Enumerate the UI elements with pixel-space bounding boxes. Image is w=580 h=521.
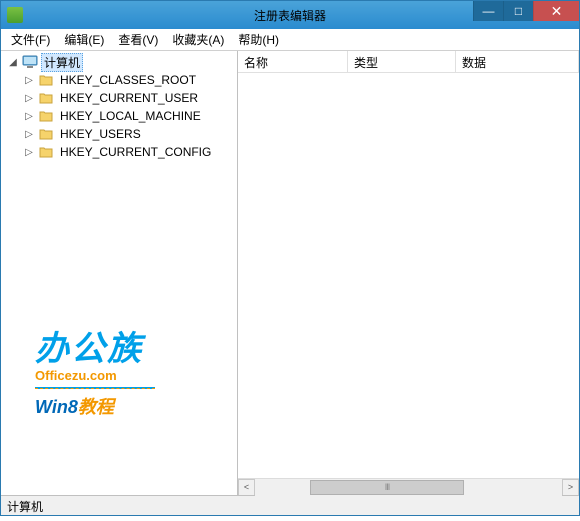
- statusbar: 计算机: [1, 495, 579, 515]
- list-header: 名称 类型 数据: [238, 51, 579, 73]
- app-icon: [7, 7, 23, 23]
- column-header-type[interactable]: 类型: [348, 51, 456, 72]
- tree-node-hkcr[interactable]: ▷ HKEY_CLASSES_ROOT: [23, 71, 237, 89]
- menu-view[interactable]: 查看(V): [112, 29, 164, 50]
- watermark-line3b: 教程: [78, 397, 114, 417]
- expander-icon[interactable]: ▷: [23, 129, 35, 140]
- horizontal-scrollbar[interactable]: < III >: [238, 478, 579, 495]
- expander-icon[interactable]: ▷: [23, 111, 35, 122]
- window-title: 注册表编辑器: [254, 7, 326, 24]
- menu-file[interactable]: 文件(F): [5, 29, 56, 50]
- tree-pane[interactable]: ◢ 计算机 ▷ HKEY_CLASSES_ROOT ▷ HK: [1, 51, 238, 495]
- column-header-name[interactable]: 名称: [238, 51, 348, 72]
- tree-label-computer[interactable]: 计算机: [41, 53, 83, 72]
- titlebar[interactable]: 注册表编辑器 — □ ✕: [1, 1, 579, 29]
- computer-icon: [22, 55, 38, 69]
- client-area: ◢ 计算机 ▷ HKEY_CLASSES_ROOT ▷ HK: [1, 51, 579, 495]
- scroll-track[interactable]: III: [255, 479, 562, 496]
- menu-help[interactable]: 帮助(H): [232, 29, 285, 50]
- tree-node-computer[interactable]: ◢ 计算机: [7, 53, 237, 71]
- watermark-line1: 办公族: [35, 321, 143, 370]
- registry-editor-window: 注册表编辑器 — □ ✕ 文件(F) 编辑(E) 查看(V) 收藏夹(A) 帮助…: [0, 0, 580, 516]
- menu-favorites[interactable]: 收藏夹(A): [166, 29, 230, 50]
- tree-children: ▷ HKEY_CLASSES_ROOT ▷ HKEY_CURRENT_USER …: [7, 71, 237, 161]
- tree-label[interactable]: HKEY_CURRENT_CONFIG: [57, 144, 214, 160]
- minimize-button[interactable]: —: [473, 1, 503, 21]
- folder-icon: [38, 73, 54, 87]
- folder-icon: [38, 109, 54, 123]
- watermark-line2: Officezu.com: [35, 368, 155, 383]
- menu-edit[interactable]: 编辑(E): [58, 29, 110, 50]
- tree-label[interactable]: HKEY_CLASSES_ROOT: [57, 72, 199, 88]
- tree-node-hkcu[interactable]: ▷ HKEY_CURRENT_USER: [23, 89, 237, 107]
- expander-icon[interactable]: ▷: [23, 147, 35, 158]
- scroll-left-button[interactable]: <: [238, 479, 255, 496]
- scroll-thumb[interactable]: III: [310, 480, 464, 495]
- tree-node-hkcc[interactable]: ▷ HKEY_CURRENT_CONFIG: [23, 143, 237, 161]
- tree-label[interactable]: HKEY_CURRENT_USER: [57, 90, 201, 106]
- maximize-button[interactable]: □: [503, 1, 533, 21]
- tree-label[interactable]: HKEY_USERS: [57, 126, 144, 142]
- expander-icon[interactable]: ▷: [23, 75, 35, 86]
- list-pane: 名称 类型 数据 < III >: [238, 51, 579, 495]
- close-button[interactable]: ✕: [533, 1, 579, 21]
- window-controls: — □ ✕: [473, 1, 579, 21]
- watermark-separator: [35, 387, 155, 389]
- scroll-right-button[interactable]: >: [562, 479, 579, 496]
- expander-icon[interactable]: ◢: [7, 57, 19, 68]
- watermark-line3a: Win8: [35, 397, 78, 417]
- tree-node-hklm[interactable]: ▷ HKEY_LOCAL_MACHINE: [23, 107, 237, 125]
- tree-node-hku[interactable]: ▷ HKEY_USERS: [23, 125, 237, 143]
- list-body[interactable]: [238, 73, 579, 478]
- tree-root: ◢ 计算机 ▷ HKEY_CLASSES_ROOT ▷ HK: [1, 53, 237, 161]
- column-header-data[interactable]: 数据: [456, 51, 579, 72]
- folder-icon: [38, 127, 54, 141]
- tree-label[interactable]: HKEY_LOCAL_MACHINE: [57, 108, 204, 124]
- watermark: 办公族 Officezu.com Win8教程: [35, 321, 155, 419]
- statusbar-path: 计算机: [7, 500, 43, 514]
- menubar: 文件(F) 编辑(E) 查看(V) 收藏夹(A) 帮助(H): [1, 29, 579, 51]
- folder-icon: [38, 145, 54, 159]
- folder-icon: [38, 91, 54, 105]
- expander-icon[interactable]: ▷: [23, 93, 35, 104]
